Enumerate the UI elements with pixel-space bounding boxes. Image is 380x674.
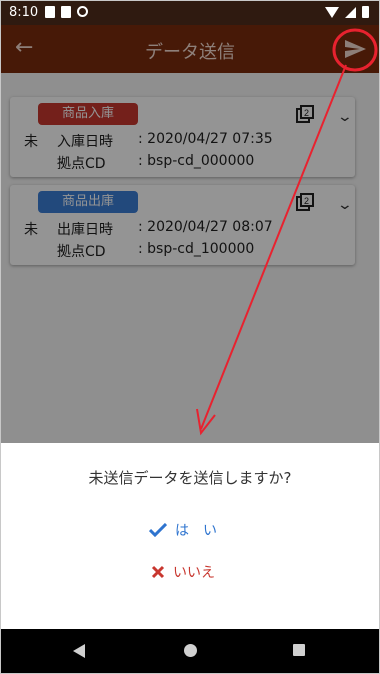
no-button[interactable]: いいえ: [151, 561, 215, 583]
close-icon: [151, 565, 165, 579]
wifi-icon: [325, 6, 339, 18]
nav-recents-icon[interactable]: [293, 644, 305, 656]
modal-scrim[interactable]: [1, 25, 379, 443]
no-label: いいえ: [173, 565, 215, 581]
dialog-question: 未送信データを送信しますか?: [88, 469, 292, 487]
phone-screen: 8:10 ← データ送信 商品入庫 2 ⌄ 未 入庫日時: 2020/04/2…: [0, 0, 380, 674]
sync-icon: [77, 6, 88, 17]
battery-icon: [362, 6, 369, 18]
yes-label: は い: [175, 523, 217, 539]
signal-icon: [345, 6, 356, 18]
confirm-dialog: 未送信データを送信しますか? は い いいえ: [1, 443, 379, 629]
system-nav-bar: [1, 629, 379, 673]
notification-icon: [61, 6, 71, 18]
sd-card-icon: [45, 6, 55, 18]
yes-button[interactable]: は い: [149, 519, 217, 541]
status-time: 8:10: [9, 5, 39, 20]
nav-home-icon[interactable]: [184, 644, 197, 657]
status-bar: 8:10: [1, 1, 379, 25]
check-icon: [149, 523, 167, 537]
nav-back-icon[interactable]: [73, 644, 85, 658]
